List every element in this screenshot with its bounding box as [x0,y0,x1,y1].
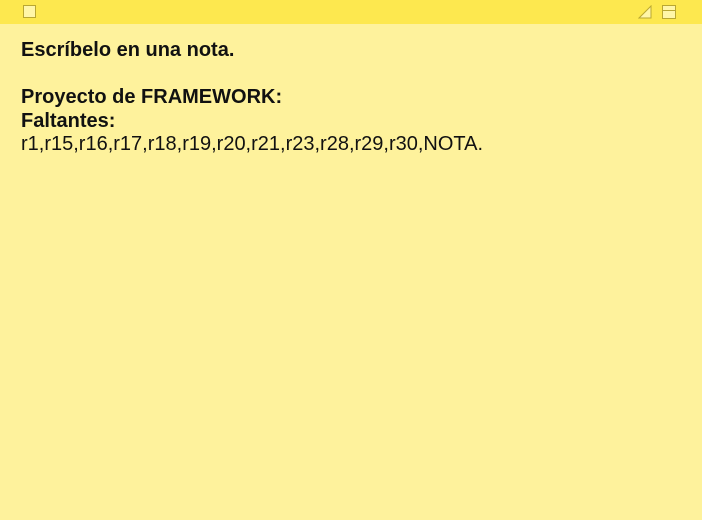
collapse-triangle-icon[interactable] [638,5,652,19]
project-line: Proyecto de FRAMEWORK: [21,86,283,108]
zoom-window-icon[interactable] [662,5,676,19]
note-titlebar[interactable] [0,0,702,24]
close-box-icon[interactable] [23,5,36,18]
missing-label: Faltantes: [21,109,116,132]
note-heading: Escríbelo en una nota. [21,39,235,61]
note-text-area[interactable]: Escríbelo en una nota. Proyecto de FRAME… [21,39,671,157]
missing-items: r1,r15,r16,r17,r18,r19,r20,r21,r23,r28,r… [21,133,484,155]
sticky-note-window: Escríbelo en una nota. Proyecto de FRAME… [0,0,702,520]
